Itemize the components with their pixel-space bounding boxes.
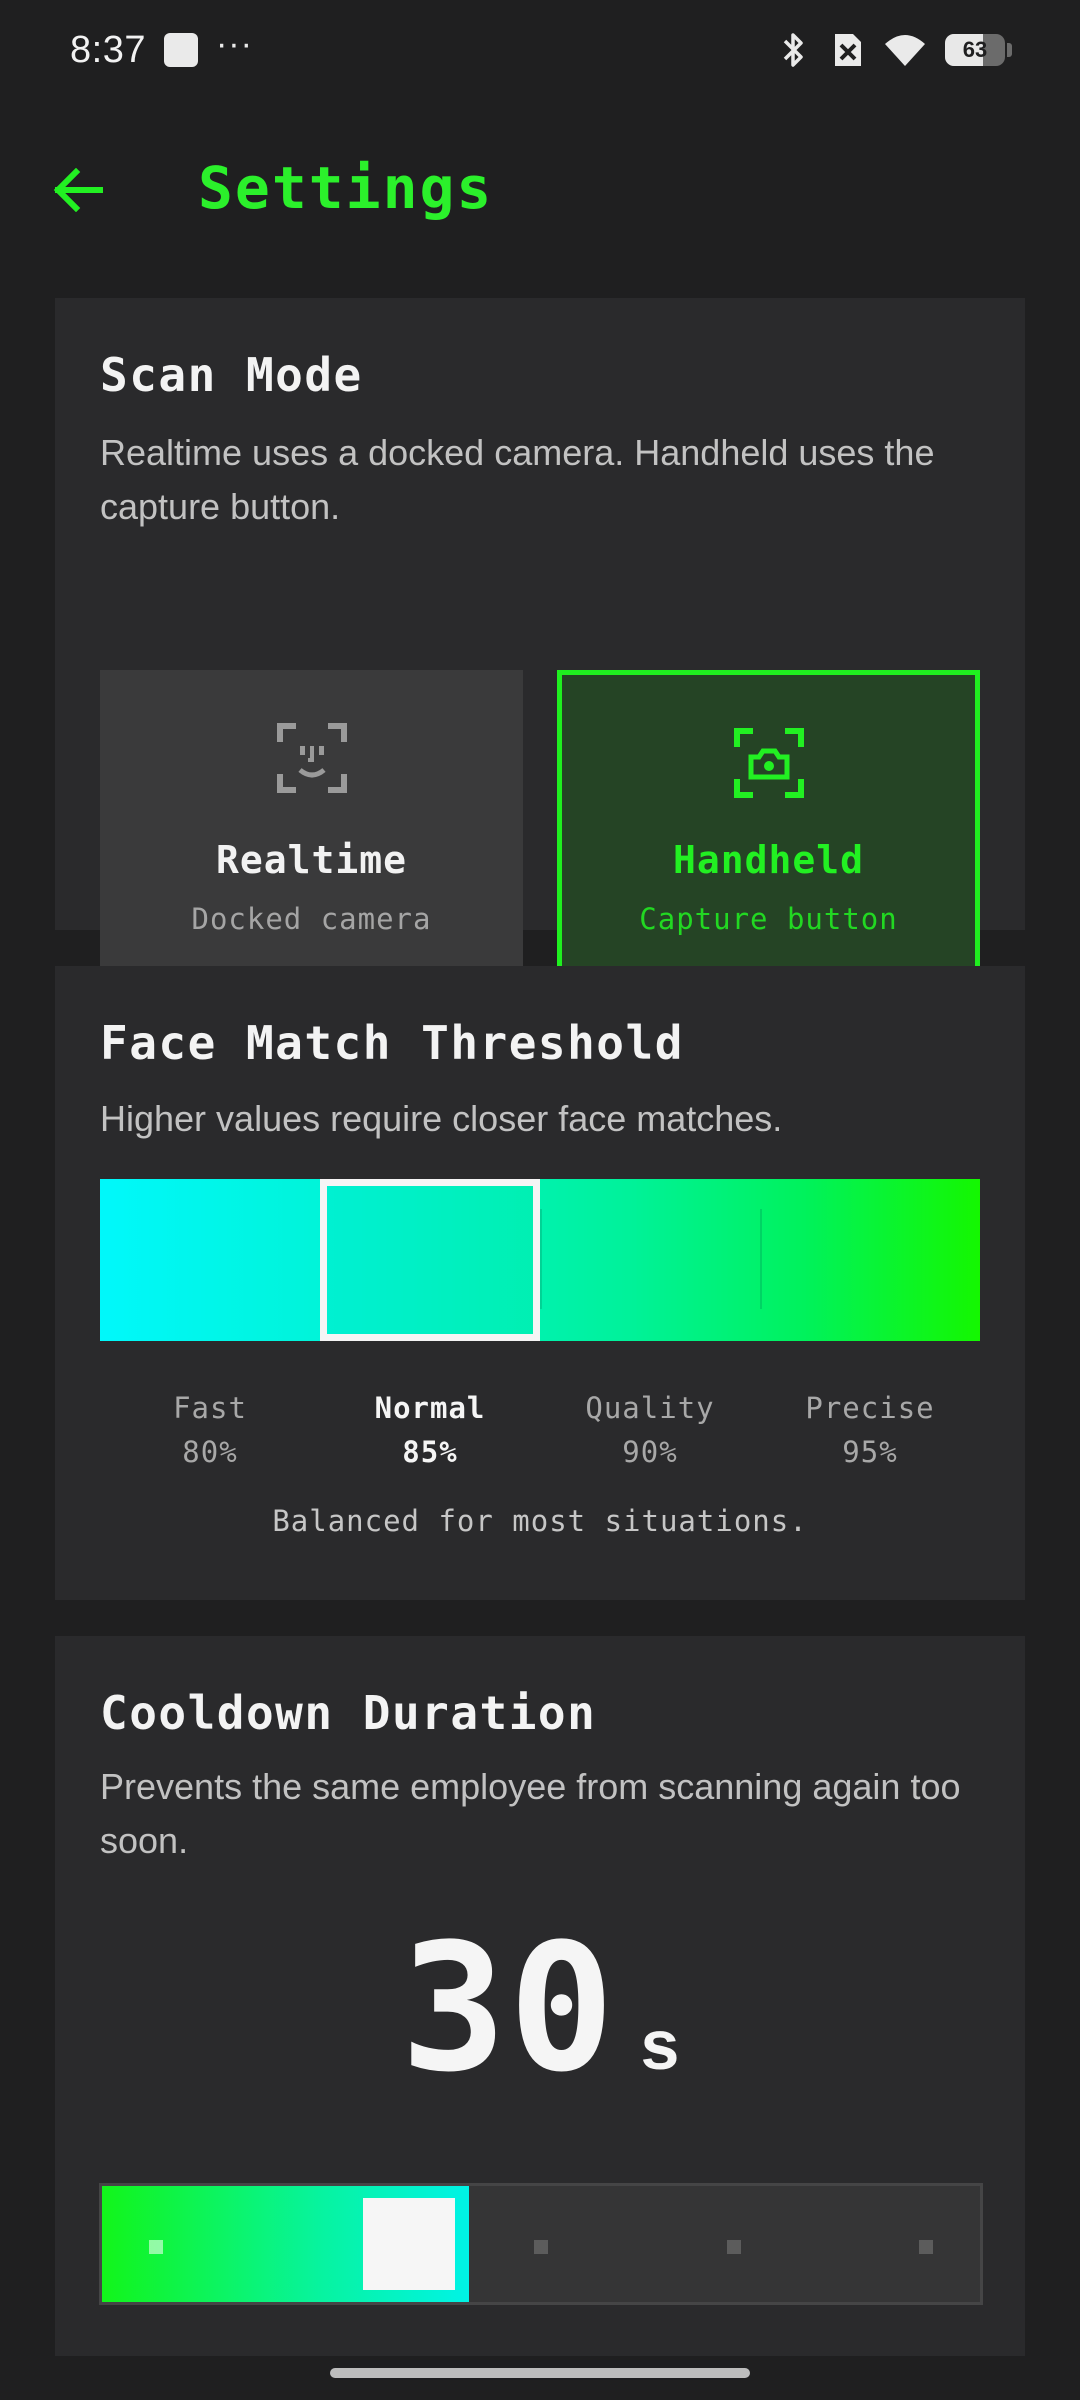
notification-icon — [163, 33, 198, 67]
level-name: Fast — [173, 1391, 247, 1425]
battery-tip — [1007, 43, 1012, 57]
battery-icon: 63 — [945, 34, 1005, 66]
mode-label-handheld: Handheld — [672, 838, 865, 882]
level-name: Quality — [585, 1391, 715, 1425]
threshold-slider[interactable] — [100, 1179, 980, 1341]
level-name: Normal — [374, 1391, 486, 1425]
more-notifications-icon: ··· — [215, 24, 253, 63]
cooldown-description: Prevents the same employee from scanning… — [100, 1766, 961, 1861]
cooldown-step-dot[interactable] — [919, 2240, 933, 2254]
cooldown-unit: s — [640, 2006, 680, 2084]
level-name: Precise — [805, 1391, 935, 1425]
scan-mode-card: Scan Mode Realtime uses a docked camera.… — [55, 298, 1025, 988]
back-arrow-icon — [53, 168, 103, 212]
face-scan-icon — [276, 723, 347, 793]
cooldown-step-dot[interactable] — [149, 2240, 163, 2254]
threshold-handle[interactable] — [320, 1179, 540, 1341]
threshold-level-normal[interactable]: Normal 85% — [320, 1386, 540, 1474]
threshold-level-precise[interactable]: Precise 95% — [760, 1386, 980, 1474]
cooldown-value: 30 — [400, 1906, 617, 2111]
threshold-level-fast[interactable]: Fast 80% — [100, 1386, 320, 1474]
status-right: 63 — [779, 30, 1012, 70]
mode-sub-realtime: Docked camera — [191, 902, 432, 936]
home-indicator[interactable] — [330, 2368, 750, 2378]
cooldown-slider[interactable] — [99, 2183, 983, 2305]
battery-level: 63 — [962, 37, 988, 62]
status-left: 8:37 ··· — [70, 25, 253, 72]
cooldown-card: Cooldown Duration Prevents the same empl… — [55, 1636, 1025, 2356]
mode-option-handheld[interactable]: Handheld Capture button — [557, 670, 980, 988]
status-time: 8:37 — [70, 28, 146, 71]
threshold-title: Face Match Threshold — [100, 1016, 684, 1070]
level-value: 85% — [402, 1435, 458, 1469]
threshold-description: Higher values require closer face matche… — [100, 1098, 783, 1139]
cooldown-thumb[interactable] — [362, 2198, 455, 2290]
level-value: 80% — [182, 1435, 238, 1469]
scan-mode-title: Scan Mode — [100, 348, 363, 402]
level-value: 90% — [622, 1435, 678, 1469]
threshold-card: Face Match Threshold Higher values requi… — [55, 966, 1025, 1600]
no-sim-icon — [835, 34, 861, 66]
mode-option-realtime[interactable]: Realtime Docked camera — [100, 670, 523, 988]
threshold-divider — [760, 1209, 762, 1309]
scan-mode-description: Realtime uses a docked camera. Handheld … — [100, 432, 935, 527]
status-bar: 8:37 ··· 63 — [0, 0, 1080, 100]
threshold-level-quality[interactable]: Quality 90% — [540, 1386, 760, 1474]
cooldown-step-dot[interactable] — [534, 2240, 548, 2254]
threshold-caption: Balanced for most situations. — [272, 1504, 808, 1538]
cooldown-display: 30 s — [55, 1906, 1025, 2111]
bluetooth-icon — [783, 33, 803, 67]
mode-sub-handheld: Capture button — [639, 902, 898, 936]
camera-scan-icon — [733, 728, 804, 798]
threshold-divider — [540, 1209, 542, 1309]
wifi-icon — [885, 35, 925, 66]
cooldown-title: Cooldown Duration — [100, 1686, 597, 1740]
mode-label-realtime: Realtime — [215, 838, 408, 882]
back-button[interactable] — [48, 160, 108, 220]
level-value: 95% — [842, 1435, 898, 1469]
cooldown-step-dot[interactable] — [726, 2240, 741, 2254]
app-header: Settings — [0, 130, 1080, 250]
page-title: Settings — [198, 154, 494, 222]
